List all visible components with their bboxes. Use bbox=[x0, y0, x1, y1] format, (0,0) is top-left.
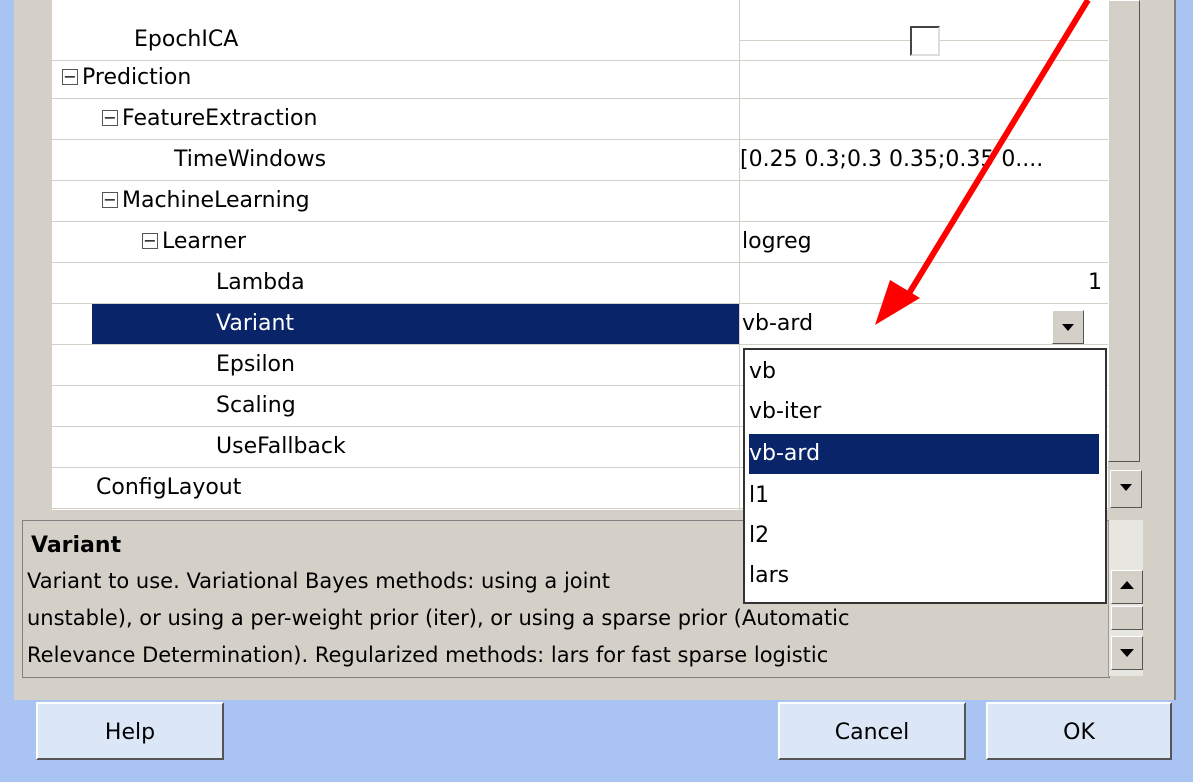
settings-dialog: EpochICA − Prediction − FeatureExtractio… bbox=[0, 0, 1193, 782]
collapse-toggle-icon[interactable]: − bbox=[62, 69, 78, 85]
dropdown-option[interactable]: vb bbox=[749, 352, 1099, 392]
row-label: TimeWindows bbox=[174, 147, 327, 172]
grid-row-lambda[interactable]: Lambda 1 bbox=[22, 263, 1108, 304]
grid-row-machinelearning[interactable]: − MachineLearning bbox=[22, 181, 1108, 222]
grid-scrollbar[interactable] bbox=[1108, 0, 1140, 510]
help-text-line: unstable), or using a per-weight prior (… bbox=[27, 606, 850, 630]
grid-row-featureextraction[interactable]: − FeatureExtraction bbox=[22, 99, 1108, 140]
variant-combo-value[interactable]: vb-ard bbox=[742, 304, 813, 344]
help-scrollbar[interactable] bbox=[1108, 520, 1143, 676]
grid-row-learner[interactable]: − Learner logreg bbox=[22, 222, 1108, 263]
collapse-toggle-icon[interactable]: − bbox=[142, 233, 158, 249]
row-label: UseFallback bbox=[216, 434, 346, 459]
collapse-toggle-icon[interactable]: − bbox=[102, 110, 118, 126]
grid-scroll-down-button[interactable] bbox=[1110, 470, 1142, 508]
grid-scroll-thumb[interactable] bbox=[1108, 0, 1140, 462]
row-value[interactable]: logreg bbox=[742, 222, 812, 262]
row-label: Prediction bbox=[82, 65, 192, 90]
help-text-line: Relevance Determination). Regularized me… bbox=[27, 643, 829, 667]
grid-row-epochica[interactable]: EpochICA bbox=[22, 20, 1108, 61]
cancel-button[interactable]: Cancel bbox=[778, 702, 966, 760]
help-scroll-thumb[interactable] bbox=[1111, 606, 1143, 630]
chevron-up-icon bbox=[1120, 581, 1134, 589]
row-label: MachineLearning bbox=[122, 188, 310, 213]
grid-row-variant[interactable]: Variant vb-ard bbox=[22, 304, 1108, 345]
dropdown-option[interactable]: l2 bbox=[749, 516, 1099, 556]
row-label: FeatureExtraction bbox=[122, 106, 318, 131]
dropdown-option[interactable]: l1 bbox=[749, 476, 1099, 516]
variant-dropdown-button[interactable] bbox=[1052, 310, 1084, 344]
collapse-toggle-icon[interactable]: − bbox=[102, 192, 118, 208]
chevron-down-icon bbox=[1120, 484, 1132, 491]
grid-row-timewindows[interactable]: TimeWindows [0.25 0.3;0.3 0.35;0.35 0...… bbox=[22, 140, 1108, 181]
help-scroll-up-button[interactable] bbox=[1111, 570, 1143, 604]
dropdown-option[interactable]: lars bbox=[749, 556, 1099, 596]
row-label: ConfigLayout bbox=[96, 475, 242, 500]
row-value[interactable]: 1 bbox=[1088, 263, 1102, 303]
row-label: EpochICA bbox=[134, 27, 239, 52]
dropdown-option[interactable]: vb-iter bbox=[749, 392, 1099, 432]
row-label: Scaling bbox=[216, 393, 296, 418]
help-scroll-down-button[interactable] bbox=[1111, 636, 1143, 670]
chevron-down-icon bbox=[1062, 324, 1074, 331]
variant-dropdown-list[interactable]: vb vb-iter vb-ard l1 l2 lars bbox=[743, 348, 1107, 604]
ok-button[interactable]: OK bbox=[986, 702, 1172, 760]
row-label: Epsilon bbox=[216, 352, 295, 377]
row-label: Learner bbox=[162, 229, 247, 254]
chevron-down-icon bbox=[1120, 649, 1134, 657]
help-button[interactable]: Help bbox=[36, 702, 224, 760]
dropdown-option-selected[interactable]: vb-ard bbox=[749, 434, 1099, 474]
row-label: Variant bbox=[216, 311, 295, 336]
row-value[interactable]: [0.25 0.3;0.3 0.35;0.35 0.... bbox=[740, 140, 1043, 180]
help-title: Variant bbox=[31, 533, 122, 558]
dialog-left-edge bbox=[0, 0, 14, 700]
row-label: Lambda bbox=[216, 270, 305, 295]
grid-row-prediction[interactable]: − Prediction bbox=[22, 58, 1108, 99]
epochica-checkbox[interactable] bbox=[910, 26, 940, 56]
